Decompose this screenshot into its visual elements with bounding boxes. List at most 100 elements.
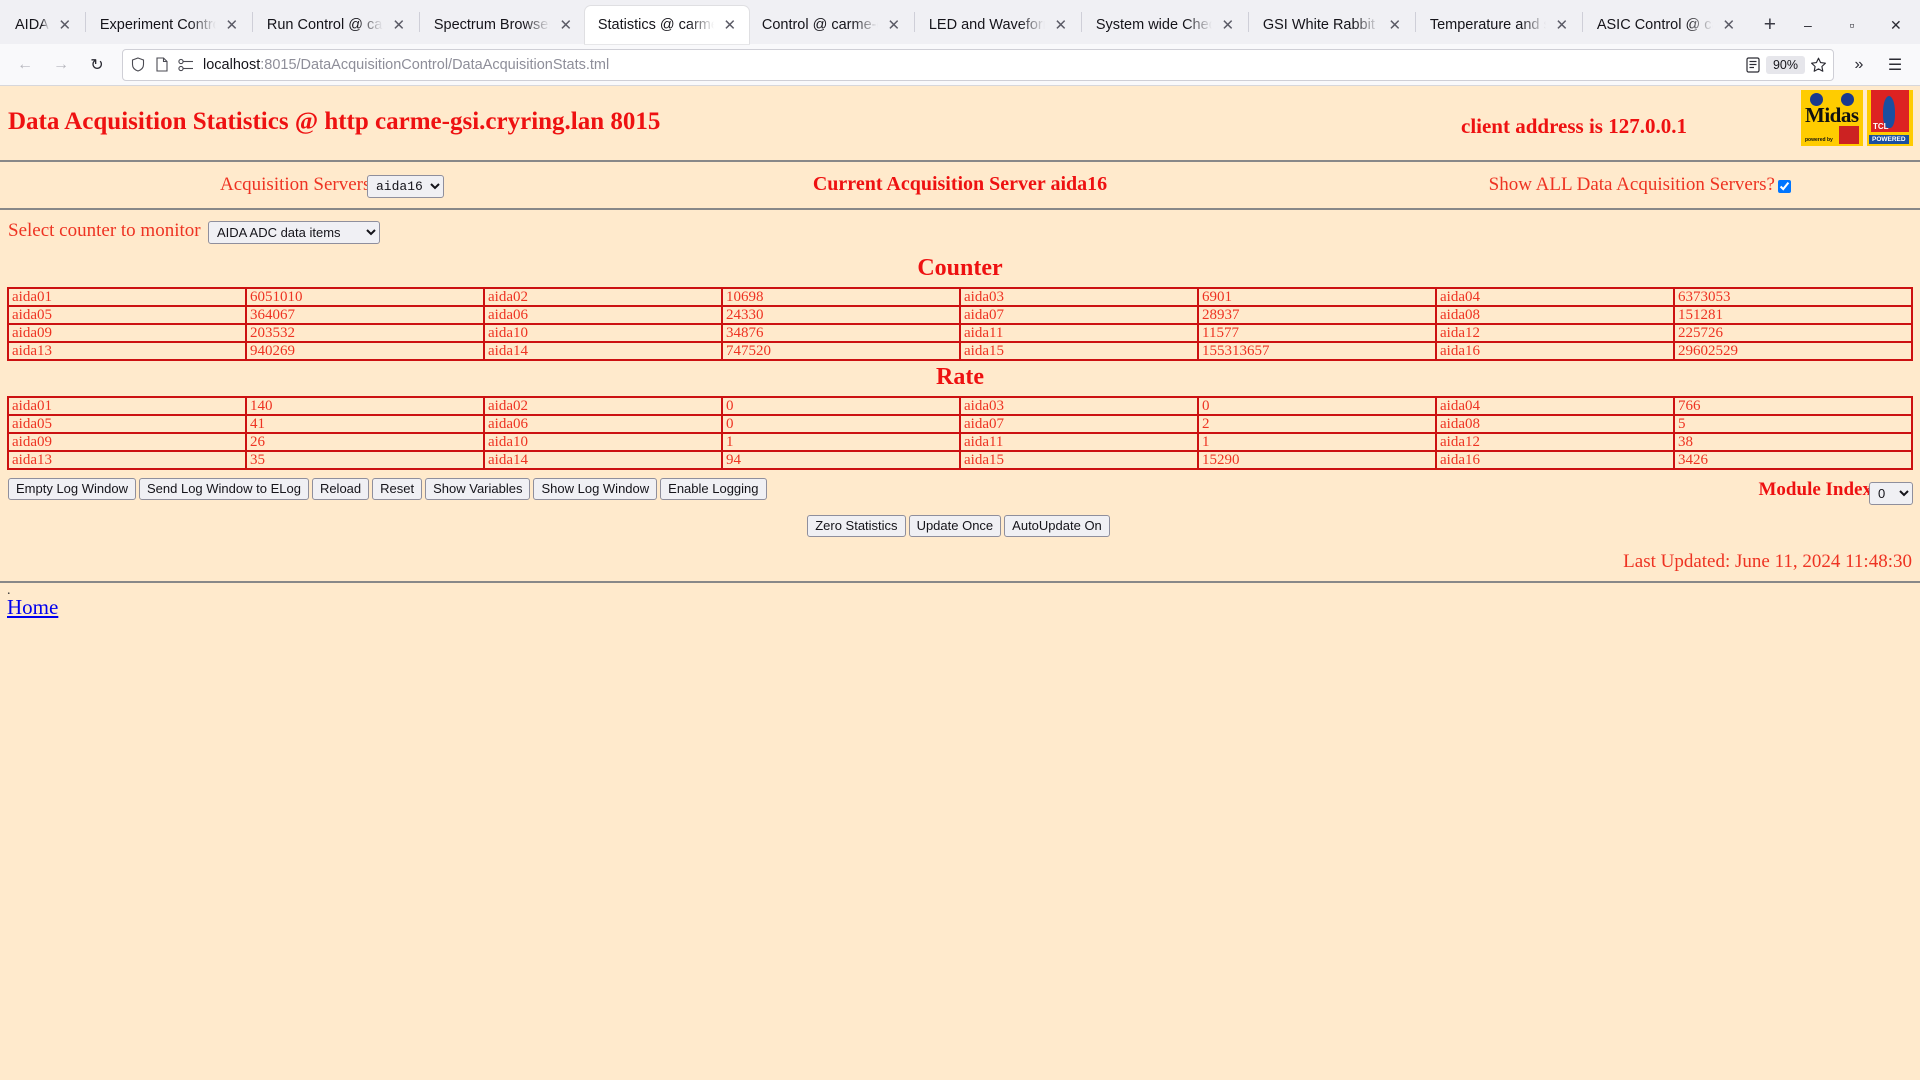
tcl-logo-powered-text: POWERED (1869, 135, 1909, 144)
table-cell-key: aida13 (7, 341, 247, 361)
browser-tab[interactable]: Spectrum Browser ✕ (421, 6, 585, 44)
table-cell-key: aida05 (7, 305, 247, 325)
page-info-icon[interactable] (153, 56, 171, 74)
client-address-label: client address is 127.0.0.1 (1461, 114, 1687, 138)
table-cell-key: aida16 (1435, 341, 1675, 361)
browser-tab[interactable]: ASIC Control @ car ✕ (1584, 6, 1748, 44)
reader-mode-icon[interactable] (1744, 56, 1762, 74)
tab-separator (1247, 12, 1249, 32)
tab-close-icon[interactable]: ✕ (1553, 16, 1571, 34)
page-content: Data Acquisition Statistics @ http carme… (0, 86, 1920, 1080)
tcl-logo: TCL POWERED (1867, 90, 1913, 146)
button-update-once[interactable]: Update Once (908, 515, 1002, 537)
tab-close-icon[interactable]: ✕ (56, 16, 74, 34)
browser-tab[interactable]: Control @ carme-g ✕ (749, 6, 913, 44)
table-cell-key: aida03 (959, 287, 1199, 307)
table-cell-value: 5 (1673, 414, 1913, 434)
log-button-row: Empty Log Window Send Log Window to ELog R… (0, 470, 1920, 506)
button-reload[interactable]: Reload (311, 478, 370, 500)
button-enable-logging[interactable]: Enable Logging (660, 478, 767, 500)
table-cell-key: aida06 (483, 414, 723, 434)
tab-close-icon[interactable]: ✕ (1720, 16, 1738, 34)
table-cell-key: aida02 (483, 287, 723, 307)
browser-tab[interactable]: LED and Waveform ✕ (916, 6, 1080, 44)
url-bar[interactable]: localhost:8015/DataAcquisitionControl/Da… (122, 48, 1834, 81)
browser-tab[interactable]: Experiment Control ✕ (87, 6, 251, 44)
current-acquisition-server-label: Current Acquisition Server aida16 (812, 173, 1108, 195)
acquisition-server-select[interactable]: aida16 (367, 175, 444, 198)
counter-select[interactable]: AIDA ADC data items (208, 221, 380, 244)
button-reset[interactable]: Reset (372, 478, 423, 500)
new-tab-button[interactable]: + (1754, 9, 1786, 41)
forward-icon[interactable]: → (44, 49, 78, 81)
window-close-button[interactable]: ✕ (1874, 8, 1918, 42)
window-maximize-button[interactable]: ▫ (1830, 8, 1874, 42)
browser-tab[interactable]: GSI White Rabbit T ✕ (1250, 6, 1414, 44)
button-show-log-window[interactable]: Show Log Window (533, 478, 658, 500)
table-cell-value: 10698 (721, 287, 961, 307)
button-show-variables[interactable]: Show Variables (425, 478, 531, 500)
tab-label: AIDA (15, 17, 49, 33)
table-cell-key: aida15 (959, 341, 1199, 361)
shield-icon[interactable] (129, 56, 147, 74)
last-updated-label: Last Updated: June 11, 2024 11:48:30 (1623, 551, 1912, 572)
tab-label: LED and Waveform (928, 17, 1045, 33)
browser-tab[interactable]: Statistics @ carme- ✕ (584, 6, 749, 44)
table-cell-key: aida01 (7, 287, 247, 307)
table-cell-value: 24330 (721, 305, 961, 325)
table-cell-value: 940269 (245, 341, 485, 361)
table-row: aida09 203532 aida10 34876 aida11 11577 aida12… (7, 323, 1913, 343)
page-title: Data Acquisition Statistics @ http carme… (8, 108, 661, 135)
table-cell-value: 3426 (1673, 450, 1913, 470)
tab-label: Spectrum Browser (433, 17, 550, 33)
browser-tab[interactable]: AIDA ✕ (2, 6, 84, 44)
table-row: aida13 940269 aida14 747520 aida15 155313657 a… (7, 341, 1913, 361)
button-empty-log-window[interactable]: Empty Log Window (8, 478, 136, 500)
table-cell-key: aida07 (959, 305, 1199, 325)
table-cell-key: aida10 (483, 432, 723, 452)
home-link[interactable]: Home (0, 595, 58, 619)
table-cell-key: aida03 (959, 396, 1199, 416)
footer-dot: . (7, 583, 11, 598)
toolbar-overflow-icon[interactable]: » (1842, 49, 1876, 81)
button-autoupdate-on[interactable]: AutoUpdate On (1004, 515, 1110, 537)
browser-tab[interactable]: Run Control @ carme ✕ (254, 6, 418, 44)
tab-close-icon[interactable]: ✕ (1219, 16, 1237, 34)
table-cell-value: 41 (245, 414, 485, 434)
url-text[interactable]: localhost:8015/DataAcquisitionControl/Da… (201, 57, 1738, 73)
tab-label: Temperature and st (1429, 17, 1546, 33)
module-index-select[interactable]: 0 (1869, 482, 1913, 505)
server-selection-row: Acquisition Servers aida16 Current Acqui… (0, 162, 1920, 208)
tab-close-icon[interactable]: ✕ (557, 16, 575, 34)
table-cell-key: aida01 (7, 396, 247, 416)
tab-label: System wide Check (1095, 17, 1212, 33)
tab-close-icon[interactable]: ✕ (223, 16, 241, 34)
reload-icon[interactable]: ↻ (80, 49, 114, 81)
window-controls: – ▫ ✕ (1786, 6, 1920, 44)
tracking-protection-icon[interactable] (177, 56, 195, 74)
tab-close-icon[interactable]: ✕ (1052, 16, 1070, 34)
tab-close-icon[interactable]: ✕ (1386, 16, 1404, 34)
rate-table-title: Rate (936, 364, 984, 390)
tab-close-icon[interactable]: ✕ (721, 16, 739, 34)
tab-label: Run Control @ carme (266, 17, 383, 33)
tab-label: ASIC Control @ car (1596, 17, 1713, 33)
window-minimize-button[interactable]: – (1786, 8, 1830, 42)
button-zero-statistics[interactable]: Zero Statistics (807, 515, 906, 537)
button-send-log-window-to-elog[interactable]: Send Log Window to ELog (139, 478, 309, 500)
zoom-level-badge[interactable]: 90% (1765, 55, 1805, 74)
tab-close-icon[interactable]: ✕ (390, 16, 408, 34)
browser-tab[interactable]: System wide Check ✕ (1083, 6, 1247, 44)
show-all-servers-checkbox[interactable] (1778, 180, 1791, 193)
app-menu-icon[interactable]: ☰ (1878, 49, 1912, 81)
browser-tab[interactable]: Temperature and st ✕ (1417, 6, 1581, 44)
tab-separator (1414, 12, 1416, 32)
table-cell-value: 15290 (1197, 450, 1437, 470)
back-icon[interactable]: ← (8, 49, 42, 81)
table-cell-key: aida11 (959, 432, 1199, 452)
url-bar-actions: 90% (1744, 55, 1827, 74)
table-cell-key: aida05 (7, 414, 247, 434)
tab-close-icon[interactable]: ✕ (885, 16, 903, 34)
bookmark-star-icon[interactable] (1809, 56, 1827, 74)
table-row: aida01 6051010 aida02 10698 aida03 6901 aida04… (7, 287, 1913, 307)
